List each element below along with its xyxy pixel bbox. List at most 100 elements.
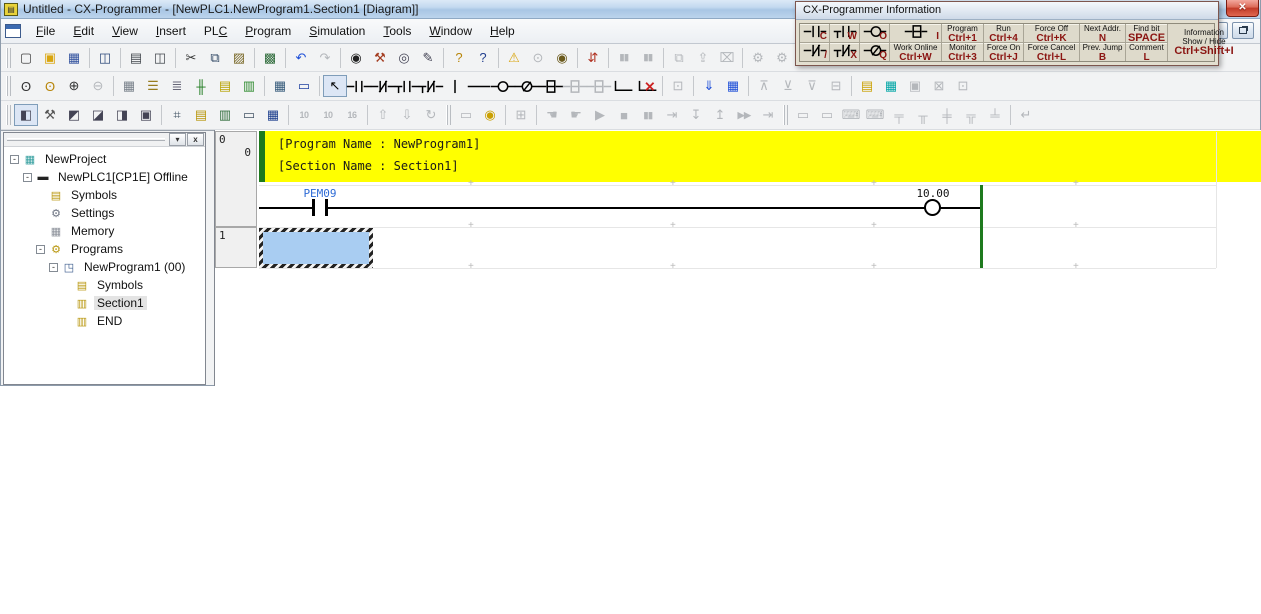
tree-item-end[interactable]: ▥END [4,312,205,330]
cross-reference-button[interactable]: ◪ [86,104,110,126]
paste-button[interactable]: ▨ [227,47,251,69]
new-vertical-button[interactable] [443,75,467,97]
show-ci-button[interactable]: ▭ [292,75,316,97]
print-preview-button[interactable]: ◫ [148,47,172,69]
drag-handle[interactable] [7,138,165,141]
output-window-button[interactable]: ◨ [110,104,134,126]
toolbar-grip[interactable] [6,105,11,125]
simulator-online-button[interactable]: ◉ [478,104,502,126]
differential-up-button[interactable]: ⇧ [371,104,395,126]
simulator-window-button[interactable]: ▭ [454,104,478,126]
simulator-edit-button[interactable]: ⊞ [509,104,533,126]
io-comment-view-button[interactable]: ╫ [189,75,213,97]
step-in-button[interactable]: ↧ [684,104,708,126]
ladder-monitor-button[interactable]: ▥ [213,104,237,126]
program-check-button[interactable]: ⧉ [667,47,691,69]
find-error-button[interactable]: ◉ [550,47,574,69]
force-reset-button[interactable]: ⊻ [776,75,800,97]
menu-plc[interactable]: PLC [195,21,236,41]
rung-margin-0[interactable]: 0 0 [215,131,257,227]
jump-return-button[interactable]: ↵ [1014,104,1038,126]
program-comment-block[interactable]: [Program Name : NewProgram1] [Section Na… [259,131,1261,182]
break-point-button[interactable]: ☚ [540,104,564,126]
new-instruction-button[interactable] [539,75,563,97]
rung-comment-button[interactable]: ☰ [141,75,165,97]
tree-item-newprogram1-00[interactable]: -◳NewProgram1 (00) [4,258,205,276]
dialog-view-button[interactable]: ▭ [237,104,261,126]
tree-item-memory[interactable]: ▦Memory [4,222,205,240]
watch-clear-button[interactable]: ⊠ [927,75,951,97]
rung-wrap-5-button[interactable]: ╧ [983,104,1007,126]
monitor-signed-button[interactable]: 10 [316,104,340,126]
menu-file[interactable]: File [27,21,64,41]
toggle-project-window-button[interactable]: ◧ [14,104,38,126]
close-button[interactable]: ✕ [1226,0,1259,17]
ladder-tree-view-button[interactable]: ▥ [237,75,261,97]
line-connect-button[interactable] [611,75,635,97]
contact-symbol[interactable] [312,199,315,216]
save-button[interactable]: ▦ [62,47,86,69]
watch-check-button[interactable]: ⊡ [951,75,975,97]
print-button[interactable]: ▤ [124,47,148,69]
edit-find-button[interactable]: ✎ [416,47,440,69]
new-closed-contact-button[interactable] [371,75,395,97]
pause-monitor-button[interactable]: ▮▮ [612,47,636,69]
tree-item-symbols[interactable]: ▤Symbols [4,276,205,294]
search-symbol-button[interactable]: ◎ [392,47,416,69]
new-horizontal-button[interactable] [467,75,491,97]
transfer-program-button[interactable]: ⇓ [697,75,721,97]
binary-view-button[interactable]: ▦ [261,104,285,126]
ladder-symbol-view-button[interactable]: ▤ [213,75,237,97]
step-out-button[interactable]: ↥ [708,104,732,126]
selected-cell-cursor[interactable] [259,228,373,268]
symbols-window-button[interactable]: ▤ [189,104,213,126]
tree-item-symbols[interactable]: ▤Symbols [4,186,205,204]
print-preview-page-button[interactable]: ◫ [93,47,117,69]
io-board-1-button[interactable]: ▭ [791,104,815,126]
expand-toggle[interactable]: - [36,245,45,254]
grid-toggle-button[interactable]: ▦ [117,75,141,97]
continuous-step-run-button[interactable]: ▶▶ [732,104,756,126]
menu-edit[interactable]: Edit [64,21,103,41]
console-2-button[interactable]: ⌨ [863,104,887,126]
differential-refresh-button[interactable]: ↻ [419,104,443,126]
watch-window-button[interactable]: ◩ [62,104,86,126]
cut-button[interactable]: ✂ [179,47,203,69]
menu-insert[interactable]: Insert [147,21,195,41]
workspace-close-button[interactable]: x [187,133,204,146]
expand-toggle[interactable]: - [49,263,58,272]
rung-annotation-button[interactable]: ≣ [165,75,189,97]
menu-view[interactable]: View [103,21,147,41]
zoom-out-button[interactable]: ⊖ [86,75,110,97]
rung-wrap-1-button[interactable]: ╤ [887,104,911,126]
zoom-highlight-button[interactable]: ʘ [38,75,62,97]
toolbar-grip[interactable] [6,48,11,68]
build-window-button[interactable]: ⚒ [38,104,62,126]
address-reference-button[interactable]: ⌗ [165,104,189,126]
new-file-button[interactable]: ▢ [14,47,38,69]
differential-down-button[interactable]: ⇩ [395,104,419,126]
step-run-button[interactable]: ⇥ [660,104,684,126]
menu-program[interactable]: Program [236,21,300,41]
sim-run-button[interactable]: ▶ [588,104,612,126]
zoom-normal-button[interactable]: ʘ [14,75,38,97]
contact-symbol[interactable] [325,199,328,216]
menu-simulation[interactable]: Simulation [300,21,374,41]
watch-set-button[interactable]: ▣ [903,75,927,97]
online-work-2-button[interactable]: ⚙ [770,47,794,69]
ladder-editor[interactable]: 0 0 1 [Program Name : NewProgram1] [Sect… [214,130,1261,386]
program-upload-button[interactable]: ⇪ [691,47,715,69]
toolbar-grip[interactable] [446,105,451,125]
zoom-in-button[interactable]: ⊕ [62,75,86,97]
information-window-title-bar[interactable]: CX-Programmer Information [796,2,1218,20]
monitor-decimal-button[interactable]: 10 [292,104,316,126]
transfer-button[interactable]: ⇵ [581,47,605,69]
tree-item-programs[interactable]: -⚙Programs [4,240,205,258]
new-contact-button[interactable] [347,75,371,97]
rung-wrap-2-button[interactable]: ╥ [911,104,935,126]
new-coil-button[interactable] [491,75,515,97]
new-closed-coil-button[interactable] [515,75,539,97]
expand-toggle[interactable]: - [10,155,19,164]
show-sma-button[interactable]: ▦ [268,75,292,97]
tree-item-section1[interactable]: ▥Section1 [4,294,205,312]
